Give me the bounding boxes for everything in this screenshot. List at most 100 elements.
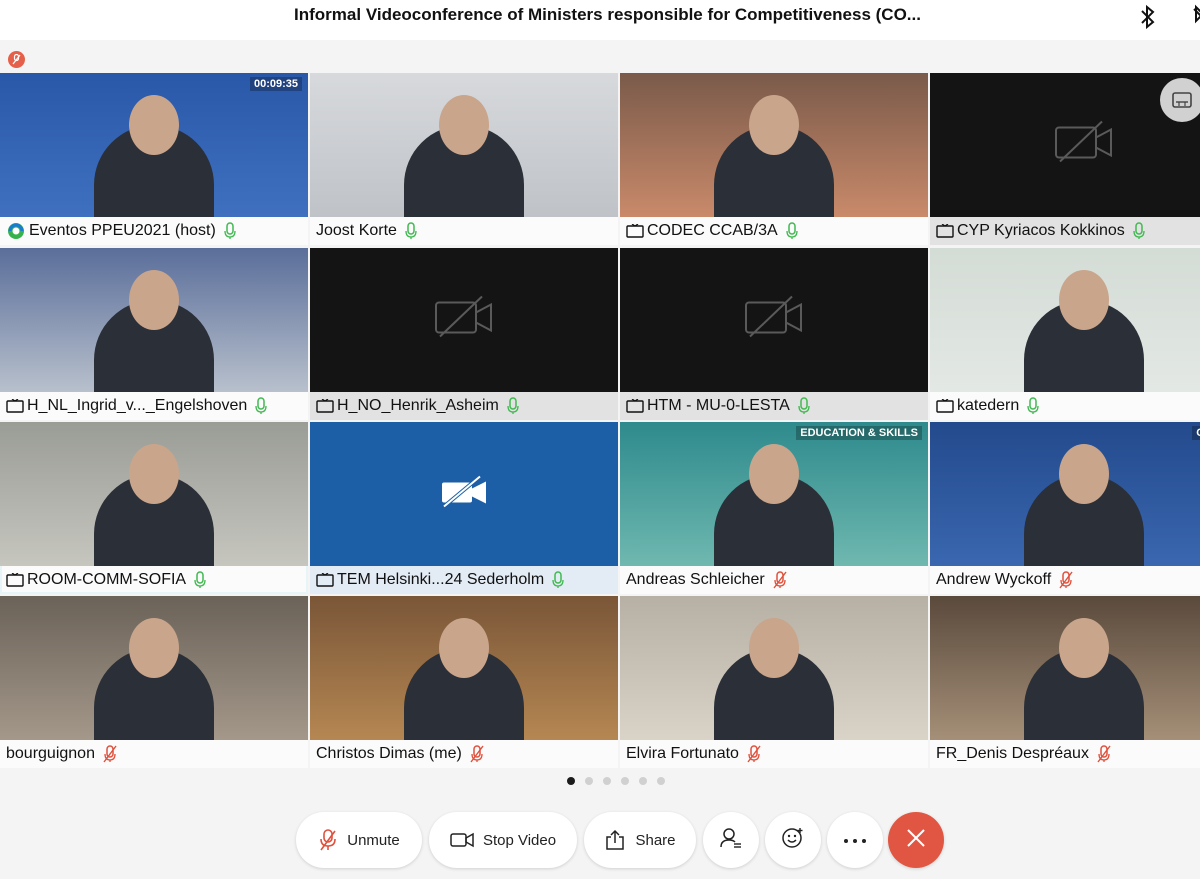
meeting-controls: Unmute Stop Video Share bbox=[0, 812, 1200, 870]
layout-toggle-button[interactable] bbox=[1160, 78, 1200, 122]
participant-name: katedern bbox=[957, 397, 1020, 414]
video-overlay-text: EDUCATION & SKILLS bbox=[796, 426, 922, 440]
participant-video bbox=[930, 248, 1200, 392]
participant-tile[interactable]: FR_Denis Despréaux bbox=[930, 596, 1200, 768]
mic-on-icon bbox=[194, 571, 206, 589]
participant-name: Eventos PPEU2021 (host) bbox=[29, 222, 216, 239]
page-dot[interactable] bbox=[639, 777, 647, 785]
participant-label: Christos Dimas (me) bbox=[310, 740, 618, 768]
participant-video: OECD bbox=[930, 422, 1200, 566]
participant-name: TEM Helsinki...24 Sederholm bbox=[337, 571, 545, 588]
participant-tile[interactable]: ROOM-COMM-SOFIA bbox=[0, 422, 308, 594]
mic-muted-icon bbox=[773, 571, 787, 589]
leave-meeting-button[interactable] bbox=[888, 812, 944, 868]
participant-name: Andreas Schleicher bbox=[626, 571, 765, 588]
share-button[interactable]: Share bbox=[584, 812, 696, 868]
participant-video bbox=[0, 248, 308, 392]
mic-on-icon bbox=[255, 397, 267, 415]
person-head bbox=[1059, 270, 1109, 330]
participant-label: Eventos PPEU2021 (host) bbox=[0, 217, 308, 245]
person-head bbox=[749, 618, 799, 678]
video-off-icon bbox=[744, 295, 804, 346]
video-overlay-text: OECD bbox=[1192, 426, 1200, 440]
participant-tile[interactable]: Elvira Fortunato bbox=[620, 596, 928, 768]
participant-tile[interactable]: HTM - MU-0-LESTA bbox=[620, 248, 928, 420]
page-dot[interactable] bbox=[621, 777, 629, 785]
person-head bbox=[129, 618, 179, 678]
participant-tile[interactable]: H_NO_Henrik_Asheim bbox=[310, 248, 618, 420]
person-head bbox=[439, 95, 489, 155]
tv-icon bbox=[936, 399, 954, 413]
participant-video bbox=[930, 596, 1200, 740]
participant-tile[interactable]: CODEC CCAB/3A bbox=[620, 73, 928, 245]
participant-label: CYP Kyriacos Kokkinos bbox=[930, 217, 1200, 245]
tv-icon bbox=[936, 224, 954, 238]
participant-tile[interactable]: TEM Helsinki...24 Sederholm bbox=[310, 422, 618, 594]
participant-video bbox=[620, 596, 928, 740]
participant-label: ROOM-COMM-SOFIA bbox=[0, 566, 308, 594]
participant-label: Andrew Wyckoff bbox=[930, 566, 1200, 594]
participant-tile[interactable]: Christos Dimas (me) bbox=[310, 596, 618, 768]
participant-tile[interactable]: bourguignon bbox=[0, 596, 308, 768]
bluetooth-icon bbox=[1138, 4, 1158, 30]
participant-label: TEM Helsinki...24 Sederholm bbox=[310, 566, 618, 594]
page-dot[interactable] bbox=[585, 777, 593, 785]
participant-label: HTM - MU-0-LESTA bbox=[620, 392, 928, 420]
emoji-icon bbox=[781, 826, 805, 855]
mic-on-icon bbox=[224, 222, 236, 240]
participant-name: bourguignon bbox=[6, 745, 95, 762]
person-head bbox=[439, 618, 489, 678]
participant-name: Christos Dimas (me) bbox=[316, 745, 462, 762]
participant-tile[interactable]: OECD Andrew Wyckoff bbox=[930, 422, 1200, 594]
mic-muted-icon[interactable] bbox=[8, 51, 25, 68]
battery-icon bbox=[1190, 4, 1200, 30]
participant-name: Joost Korte bbox=[316, 222, 397, 239]
participants-button[interactable] bbox=[703, 812, 759, 868]
participant-video: 00:09:35 bbox=[0, 73, 308, 217]
reactions-button[interactable] bbox=[765, 812, 821, 868]
participant-label: CODEC CCAB/3A bbox=[620, 217, 928, 245]
mic-on-icon bbox=[507, 397, 519, 415]
participant-tile[interactable]: katedern bbox=[930, 248, 1200, 420]
video-overlay-text: 00:09:35 bbox=[249, 77, 302, 91]
participant-tile[interactable]: Joost Korte bbox=[310, 73, 618, 245]
participant-video bbox=[0, 422, 308, 566]
tv-icon bbox=[316, 573, 334, 587]
participant-video: EDUCATION & SKILLS bbox=[620, 422, 928, 566]
stop-video-button[interactable]: Stop Video bbox=[429, 812, 577, 868]
unmute-label: Unmute bbox=[347, 831, 400, 849]
page-indicator[interactable] bbox=[0, 777, 1200, 787]
page-dot[interactable] bbox=[603, 777, 611, 785]
participant-label: Elvira Fortunato bbox=[620, 740, 928, 768]
participant-name: ROOM-COMM-SOFIA bbox=[27, 571, 187, 588]
participant-name: Andrew Wyckoff bbox=[936, 571, 1052, 588]
participant-tile[interactable]: 00:09:35 Eventos PPEU2021 (host) bbox=[0, 73, 308, 245]
participant-label: bourguignon bbox=[0, 740, 308, 768]
unmute-button[interactable]: Unmute bbox=[296, 812, 422, 868]
participant-label: Andreas Schleicher bbox=[620, 566, 928, 594]
page-dot[interactable] bbox=[657, 777, 665, 785]
participant-label: H_NL_Ingrid_v..._Engelshoven bbox=[0, 392, 308, 420]
video-grid: 00:09:35 Eventos PPEU2021 (host) Joost Kor… bbox=[0, 73, 1200, 770]
tv-icon bbox=[6, 399, 24, 413]
video-off-icon bbox=[440, 474, 488, 514]
page-dot[interactable] bbox=[567, 777, 575, 785]
person-head bbox=[749, 444, 799, 504]
meeting-title: Informal Videoconference of Ministers re… bbox=[294, 5, 921, 24]
more-options-button[interactable] bbox=[827, 812, 883, 868]
participant-name: H_NO_Henrik_Asheim bbox=[337, 397, 499, 414]
participant-video bbox=[310, 73, 618, 217]
video-off-icon bbox=[1054, 120, 1114, 171]
share-icon bbox=[604, 829, 626, 851]
participant-name: FR_Denis Despréaux bbox=[936, 745, 1089, 762]
person-head bbox=[1059, 444, 1109, 504]
participant-label: H_NO_Henrik_Asheim bbox=[310, 392, 618, 420]
mic-muted-icon bbox=[103, 745, 117, 763]
participant-name: Elvira Fortunato bbox=[626, 745, 739, 762]
mic-muted-icon bbox=[1059, 571, 1073, 589]
participant-tile[interactable]: H_NL_Ingrid_v..._Engelshoven bbox=[0, 248, 308, 420]
stop-video-label: Stop Video bbox=[482, 831, 557, 849]
participant-tile[interactable]: EDUCATION & SKILLS Andreas Schleicher bbox=[620, 422, 928, 594]
tv-icon bbox=[626, 399, 644, 413]
participant-name: HTM - MU-0-LESTA bbox=[647, 397, 790, 414]
